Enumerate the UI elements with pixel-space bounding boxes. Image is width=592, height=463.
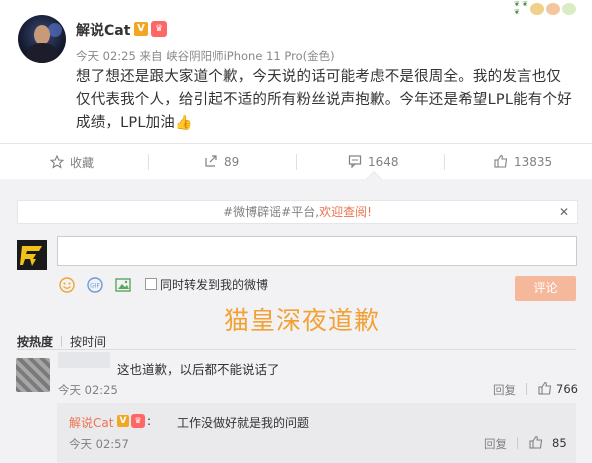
author-avatar[interactable] xyxy=(18,15,66,63)
action-divider xyxy=(148,154,149,170)
comment-sort-tabs: 按热度 按时间 xyxy=(17,333,106,350)
action-divider xyxy=(296,154,297,170)
verified-badge-icon: V xyxy=(117,415,129,427)
post-meta: 今天 02:25 来自 峡谷阴阳师iPhone 11 Pro(金色) xyxy=(76,49,335,63)
gif-icon[interactable]: GIF xyxy=(87,277,103,293)
post-content: 想了想还是跟大家道个歉，今天说的话可能考虑不是很周全。我的发言也仅仅代表我个人，… xyxy=(76,66,574,135)
author-name[interactable]: 解说Cat xyxy=(76,20,130,40)
sub-reply-author[interactable]: 解说Cat xyxy=(69,414,113,431)
emoji-icon[interactable] xyxy=(59,277,75,293)
sub-reply-button[interactable]: 回复 xyxy=(484,436,507,452)
sort-by-hot-tab[interactable]: 按热度 xyxy=(17,335,53,349)
favorite-button[interactable]: 收藏 xyxy=(50,154,94,171)
comment-text: 这也道歉，以后都不能说话了 xyxy=(117,362,280,377)
notice-prefix: #微博辟谣#平台, xyxy=(223,205,320,219)
colon-separator: : xyxy=(147,414,152,428)
repost-count: 89 xyxy=(224,155,240,169)
thumbs-up-icon[interactable] xyxy=(529,435,543,449)
panel-caret-inner xyxy=(367,172,381,179)
forward-label: 同时转发到我的微博 xyxy=(160,278,269,292)
vip-badge-icon: ♛ xyxy=(151,21,167,37)
thumbs-up-icon xyxy=(494,154,508,168)
post-text: 想了想还是跟大家道个歉，今天说的话可能考虑不是很周全。我的发言也仅仅代表我个人，… xyxy=(76,69,572,131)
comment-input[interactable] xyxy=(57,236,577,266)
decorative-stickers: ❦ ❦ ❦ xyxy=(512,0,592,18)
image-icon[interactable] xyxy=(115,277,131,293)
repost-icon xyxy=(205,155,217,167)
team-logo-icon xyxy=(20,246,42,266)
star-icon xyxy=(50,155,64,169)
watermark-caption: 猫皇深夜道歉 xyxy=(224,306,381,335)
sub-reply-text: 工作没做好就是我的问题 xyxy=(177,416,310,430)
comment-icon xyxy=(348,155,362,168)
repost-button[interactable]: 89 xyxy=(204,154,239,169)
current-user-avatar[interactable] xyxy=(17,240,47,270)
verified-badge-icon: V xyxy=(134,22,148,36)
vip-badge-icon: ♛ xyxy=(131,414,145,428)
submit-comment-button[interactable]: 评论 xyxy=(515,276,576,301)
action-divider xyxy=(444,154,445,170)
commenter-avatar[interactable] xyxy=(16,358,50,392)
notice-link[interactable]: 欢迎查阅! xyxy=(319,205,372,219)
thumbs-up-icon[interactable] xyxy=(538,381,552,395)
sub-reply-time: 今天 02:57 xyxy=(69,437,129,451)
like-count: 13835 xyxy=(514,155,553,169)
sub-reply-divider xyxy=(517,437,518,449)
rumor-notice-bar: #微博辟谣#平台,欢迎查阅! ✕ xyxy=(17,200,578,224)
comment-like-count: 766 xyxy=(556,382,578,396)
like-button[interactable]: 13835 xyxy=(494,154,552,169)
comment-time: 今天 02:25 xyxy=(58,383,118,397)
sort-by-time-tab[interactable]: 按时间 xyxy=(70,335,106,349)
reply-button[interactable]: 回复 xyxy=(493,382,516,398)
forward-checkbox[interactable] xyxy=(145,278,157,290)
thumbs-up-emoji-icon: 👍 xyxy=(175,115,193,131)
sub-reply-like-count: 85 xyxy=(552,436,567,450)
comments-divider xyxy=(17,349,576,350)
comment-count: 1648 xyxy=(368,155,399,169)
sub-reply-box xyxy=(57,403,576,463)
sort-divider xyxy=(61,336,63,347)
comment-button[interactable]: 1648 xyxy=(348,154,399,169)
svg-text:GIF: GIF xyxy=(90,283,100,290)
post-action-bar: 收藏 89 1648 13835 xyxy=(0,143,592,180)
close-icon[interactable]: ✕ xyxy=(559,201,569,223)
favorite-label: 收藏 xyxy=(70,156,95,170)
commenter-name-redacted xyxy=(58,352,110,368)
comment-divider xyxy=(526,383,527,395)
